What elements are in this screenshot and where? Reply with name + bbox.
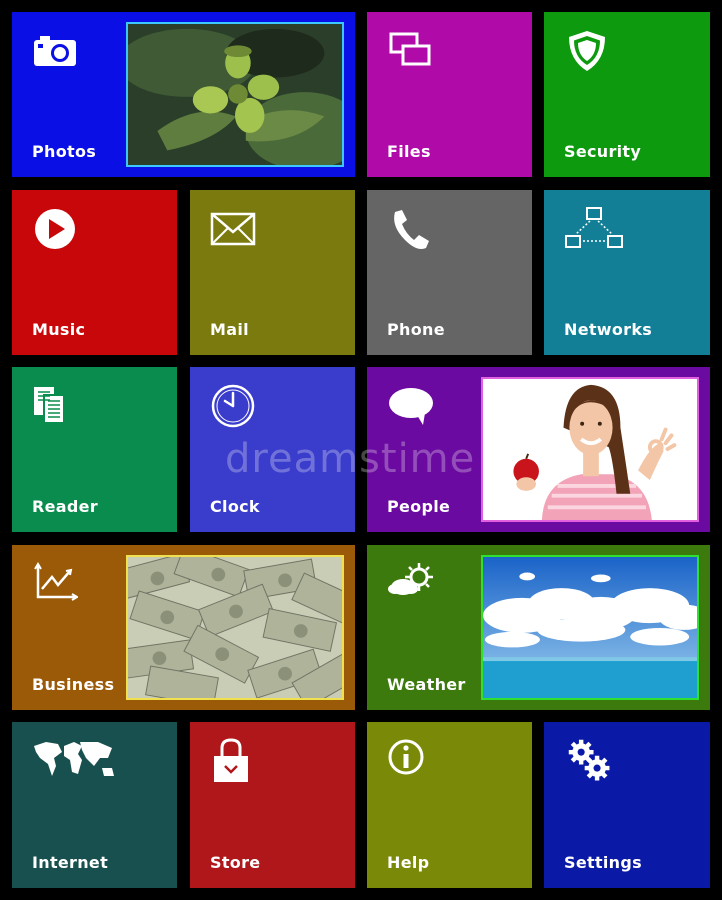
play-icon: [32, 206, 78, 252]
tile-label: Files: [387, 142, 431, 161]
tile-clock[interactable]: Clock: [190, 367, 355, 532]
phone-icon: [387, 206, 433, 252]
info-icon: [387, 738, 433, 784]
chart-icon: [32, 561, 78, 607]
tile-label: Internet: [32, 853, 109, 872]
tile-label: Photos: [32, 142, 97, 161]
gears-icon: [564, 738, 616, 784]
tile-phone[interactable]: Phone: [367, 190, 532, 355]
tile-help[interactable]: Help: [367, 722, 532, 888]
clock-icon: [210, 383, 256, 429]
tile-internet[interactable]: Internet: [12, 722, 177, 888]
tile-label: People: [387, 497, 451, 516]
tile-business[interactable]: Business: [12, 545, 355, 710]
tile-label: Weather: [387, 675, 466, 694]
tile-label: Phone: [387, 320, 445, 339]
tile-label: Music: [32, 320, 86, 339]
tile-security[interactable]: Security: [544, 12, 710, 177]
tile-reader[interactable]: Reader: [12, 367, 177, 532]
person-photo: [481, 377, 699, 522]
tile-networks[interactable]: Networks: [544, 190, 710, 355]
sun-cloud-icon: [387, 561, 439, 607]
tile-label: Help: [387, 853, 430, 872]
tile-label: Networks: [564, 320, 653, 339]
tile-label: Mail: [210, 320, 249, 339]
tile-label: Security: [564, 142, 642, 161]
tile-weather[interactable]: Weather: [367, 545, 710, 710]
shopping-bag-icon: [210, 738, 256, 784]
speech-bubble-icon: [387, 383, 439, 429]
acorn-photo: [126, 22, 344, 167]
tile-label: Business: [32, 675, 115, 694]
tile-label: Settings: [564, 853, 642, 872]
tile-people[interactable]: People: [367, 367, 710, 532]
network-icon: [564, 206, 624, 252]
envelope-icon: [210, 206, 256, 252]
tile-photos[interactable]: Photos: [12, 12, 355, 177]
tile-store[interactable]: Store: [190, 722, 355, 888]
tile-settings[interactable]: Settings: [544, 722, 710, 888]
world-map-icon: [32, 738, 118, 784]
camera-icon: [32, 28, 78, 74]
files-icon: [387, 28, 433, 74]
shield-icon: [564, 28, 610, 74]
sky-photo: [481, 555, 699, 700]
money-photo: [126, 555, 344, 700]
document-icon: [32, 383, 78, 429]
tile-label: Store: [210, 853, 261, 872]
tile-files[interactable]: Files: [367, 12, 532, 177]
tile-mail[interactable]: Mail: [190, 190, 355, 355]
tile-label: Reader: [32, 497, 98, 516]
tile-music[interactable]: Music: [12, 190, 177, 355]
tile-label: Clock: [210, 497, 260, 516]
